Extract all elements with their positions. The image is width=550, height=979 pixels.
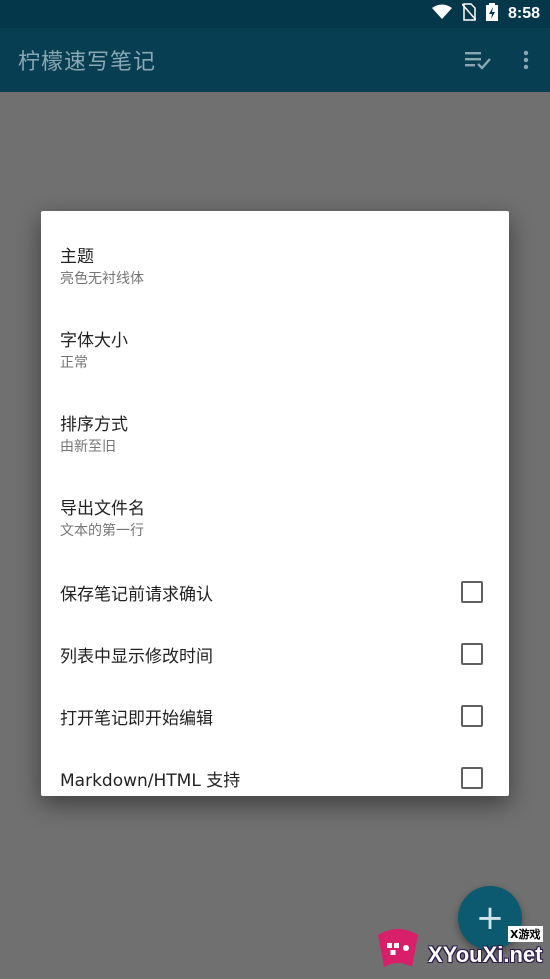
confirm-before-save-checkbox[interactable] (461, 581, 483, 603)
no-sim-icon (461, 3, 477, 25)
show-modified-time-checkbox[interactable] (461, 643, 483, 665)
app-bar: 柠檬速写笔记 (0, 28, 550, 92)
settings-dialog: 主题 亮色无衬线体 字体大小 正常 排序方式 由新至旧 导出文件名 文本的第一行… (41, 211, 509, 796)
pref-font-size[interactable]: 字体大小 正常 (41, 309, 509, 393)
more-vert-icon[interactable] (502, 28, 550, 92)
pref-label: 保存笔记前请求确认 (60, 584, 213, 605)
pref-show-modified-time[interactable]: 列表中显示修改时间 (41, 623, 509, 685)
pref-summary: 正常 (60, 355, 88, 371)
pref-title: 字体大小 (60, 331, 128, 351)
status-bar: 8:58 (0, 0, 550, 28)
pref-summary: 文本的第一行 (60, 523, 144, 539)
pref-export-filename[interactable]: 导出文件名 文本的第一行 (41, 477, 509, 561)
watermark-text: X游戏 XYouXi.net (428, 926, 543, 968)
checklist-icon[interactable] (454, 28, 502, 92)
pref-edit-on-open[interactable]: 打开笔记即开始编辑 (41, 685, 509, 747)
pref-label: 列表中显示修改时间 (60, 646, 213, 667)
pref-theme[interactable]: 主题 亮色无衬线体 (41, 225, 509, 309)
watermark-logo (372, 921, 424, 973)
pref-label: 打开笔记即开始编辑 (60, 708, 213, 729)
pref-summary: 亮色无衬线体 (60, 271, 144, 287)
pref-label: Markdown/HTML 支持 (60, 770, 241, 791)
watermark: X游戏 XYouXi.net (372, 915, 550, 979)
pref-title: 排序方式 (60, 415, 128, 435)
pref-summary: 由新至旧 (60, 439, 116, 455)
markdown-html-checkbox[interactable] (461, 767, 483, 789)
wifi-icon (431, 4, 452, 24)
watermark-small-text: X游戏 (508, 926, 543, 942)
battery-charging-icon (485, 3, 498, 25)
status-time: 8:58 (507, 5, 540, 22)
pref-markdown-html[interactable]: Markdown/HTML 支持 (41, 747, 509, 809)
edit-on-open-checkbox[interactable] (461, 705, 483, 727)
pref-confirm-before-save[interactable]: 保存笔记前请求确认 (41, 561, 509, 623)
pref-title: 导出文件名 (60, 499, 145, 519)
watermark-brand-text: XYouXi.net (428, 942, 543, 967)
pref-sort-order[interactable]: 排序方式 由新至旧 (41, 393, 509, 477)
app-title: 柠檬速写笔记 (18, 50, 157, 75)
pref-title: 主题 (60, 247, 94, 267)
